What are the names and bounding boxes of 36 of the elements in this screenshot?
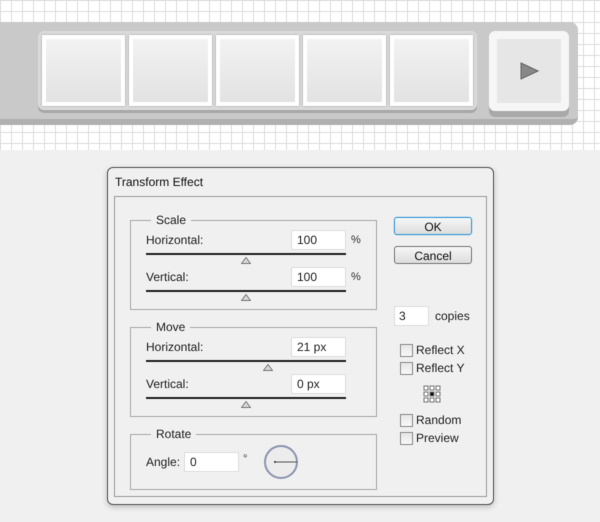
checkbox[interactable]: Random (400, 411, 472, 429)
play-icon (519, 62, 539, 80)
checkbox[interactable]: Reflect X (400, 341, 472, 359)
field-label: Angle: (146, 454, 180, 471)
slider-thumb[interactable] (241, 401, 251, 408)
slider-thumb[interactable] (241, 294, 251, 301)
slider-track[interactable] (146, 360, 346, 371)
input-field[interactable]: 21 px (291, 337, 346, 357)
window-title: Transform Effect (114, 174, 204, 191)
slider-thumb[interactable] (263, 364, 273, 371)
slider-track[interactable] (146, 397, 346, 408)
checkbox[interactable]: Reflect Y (400, 359, 472, 377)
group-title: Rotate (155, 426, 192, 443)
slider-track[interactable] (146, 253, 346, 264)
reference-point-icon (423, 385, 441, 403)
input-field[interactable]: 100 (291, 267, 346, 287)
angle-dial[interactable] (263, 444, 300, 480)
slider-thumb[interactable] (241, 257, 251, 264)
field-label: copies (435, 308, 470, 325)
field-label: Horizontal: (146, 232, 204, 249)
input-field[interactable]: 100 (291, 230, 346, 250)
unit-label: ° (243, 452, 248, 467)
field-label: Vertical: (146, 376, 190, 393)
input-field[interactable]: 0 (184, 452, 240, 472)
field-label: Horizontal: (146, 339, 204, 356)
input-field[interactable]: 0 px (291, 374, 346, 394)
dialog-button[interactable]: Cancel (394, 246, 472, 264)
checkbox[interactable]: Preview (400, 429, 472, 447)
slider-track[interactable] (146, 290, 346, 301)
unit-label: % (351, 270, 361, 285)
group-title: Scale (155, 212, 188, 229)
field-label: Vertical: (146, 269, 190, 286)
group-title: Move (155, 319, 186, 336)
dialog-button[interactable]: OK (394, 217, 472, 235)
unit-label: % (351, 232, 361, 248)
input-field[interactable]: 3 (394, 306, 429, 326)
